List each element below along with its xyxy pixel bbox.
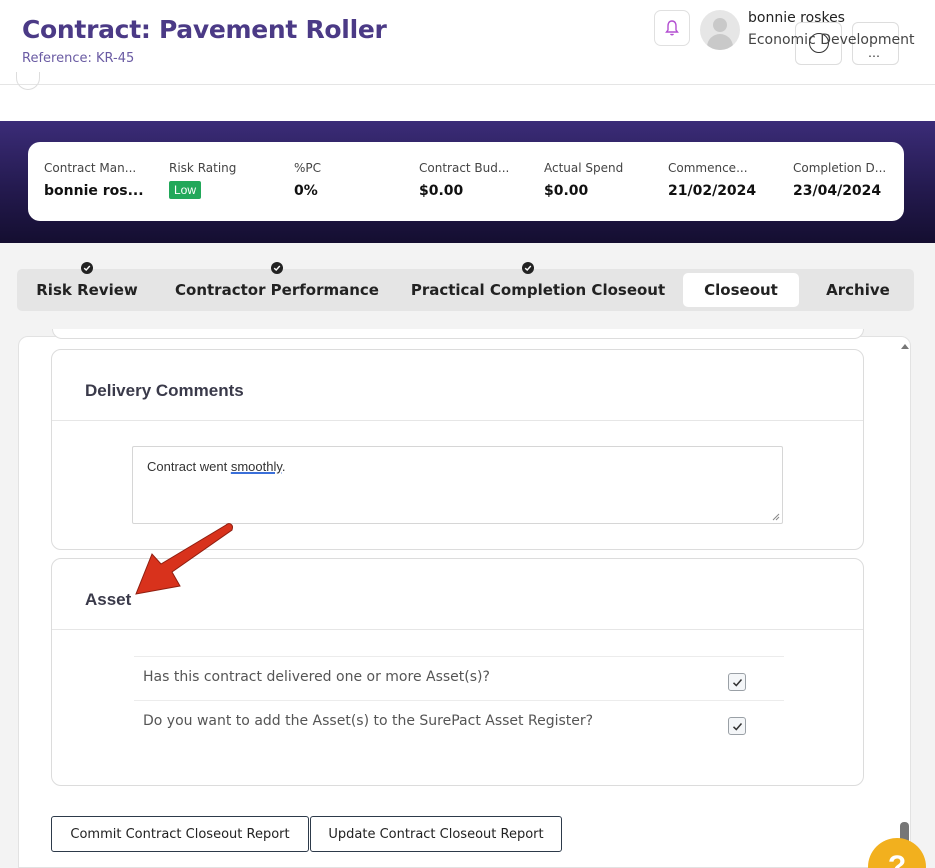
completed-check-icon bbox=[81, 262, 93, 274]
tab-closeout[interactable]: Closeout bbox=[683, 273, 799, 307]
tab-label: Practical Completion Closeout bbox=[410, 281, 666, 299]
check-icon bbox=[732, 723, 743, 731]
add-to-asset-register-checkbox[interactable] bbox=[728, 717, 746, 735]
comment-text-part: . bbox=[281, 459, 286, 474]
asset-question-text: Has this contract delivered one or more … bbox=[143, 669, 490, 685]
resize-handle-icon[interactable] bbox=[772, 513, 780, 521]
asset-question-row: Has this contract delivered one or more … bbox=[134, 656, 784, 700]
summary-label: Contract Man... bbox=[44, 161, 137, 175]
collapsed-panel-edge bbox=[16, 72, 40, 90]
annotation-arrow-icon bbox=[135, 523, 233, 595]
summary-value: $0.00 bbox=[419, 183, 464, 199]
tab-archive[interactable]: Archive bbox=[810, 269, 906, 311]
summary-value: 23/04/2024 bbox=[793, 183, 882, 199]
summary-value: 0% bbox=[294, 183, 318, 199]
tab-label: Contractor Performance bbox=[175, 281, 379, 299]
more-dots-icon: ⋯ bbox=[868, 49, 881, 63]
avatar-body bbox=[707, 34, 733, 50]
user-name[interactable]: bonnie roskes bbox=[748, 10, 845, 26]
completed-check-icon bbox=[271, 262, 283, 274]
tab-label: Risk Review bbox=[36, 281, 138, 299]
user-department: Economic Development bbox=[748, 32, 915, 48]
user-avatar[interactable] bbox=[700, 10, 740, 50]
completed-check-icon bbox=[521, 262, 534, 274]
asset-question-text: Do you want to add the Asset(s) to the S… bbox=[143, 713, 594, 729]
summary-label: Contract Bud... bbox=[419, 161, 510, 175]
tab-practical-completion-closeout[interactable]: Practical Completion Closeout bbox=[410, 262, 666, 311]
spellcheck-word: smoothly bbox=[230, 459, 282, 474]
summary-risk-rating: Risk Rating Low bbox=[169, 161, 236, 199]
scroll-up-arrow-icon[interactable] bbox=[901, 344, 909, 349]
summary-label: Risk Rating bbox=[169, 161, 237, 175]
previous-card-edge bbox=[52, 329, 864, 339]
summary-completion-date: Completion D... 23/04/2024 bbox=[793, 161, 886, 199]
contract-summary-card: Contract Man... bonnie ros... Risk Ratin… bbox=[28, 142, 904, 221]
check-icon bbox=[732, 679, 743, 687]
avatar-head bbox=[713, 18, 727, 32]
tab-label: Closeout bbox=[704, 281, 778, 299]
summary-percent-complete: %PC 0% bbox=[294, 161, 321, 199]
asset-question-row: Do you want to add the Asset(s) to the S… bbox=[134, 700, 784, 744]
page-title: Contract: Pavement Roller bbox=[22, 15, 387, 44]
summary-contract-budget: Contract Bud... $0.00 bbox=[419, 161, 509, 199]
summary-value: $0.00 bbox=[544, 183, 589, 199]
summary-label: Actual Spend bbox=[544, 161, 624, 175]
tab-contractor-performance[interactable]: Contractor Performance bbox=[172, 262, 382, 311]
card-divider bbox=[52, 420, 863, 421]
tab-risk-review[interactable]: Risk Review bbox=[17, 262, 157, 311]
summary-commencement: Commence... 21/02/2024 bbox=[668, 161, 756, 199]
asset-title: Asset bbox=[85, 590, 132, 609]
comment-text-part: Contract went bbox=[147, 459, 231, 474]
risk-rating-badge: Low bbox=[169, 181, 202, 199]
summary-label: Completion D... bbox=[793, 161, 887, 175]
contract-reference: Reference: KR-45 bbox=[22, 51, 135, 66]
commit-closeout-report-button[interactable]: Commit Contract Closeout Report bbox=[51, 816, 309, 852]
summary-value: 21/02/2024 bbox=[668, 183, 757, 199]
update-closeout-report-button[interactable]: Update Contract Closeout Report bbox=[310, 816, 562, 852]
summary-label: %PC bbox=[294, 161, 322, 175]
card-divider bbox=[52, 629, 863, 630]
bell-icon bbox=[665, 20, 679, 36]
delivery-comments-text: Contract went smoothly. bbox=[147, 459, 286, 474]
summary-label: Commence... bbox=[668, 161, 748, 175]
page-header: Contract: Pavement Roller Reference: KR-… bbox=[0, 0, 935, 90]
delivery-comments-textarea[interactable]: Contract went smoothly. bbox=[132, 446, 783, 524]
delivery-comments-title: Delivery Comments bbox=[85, 381, 244, 400]
notifications-button[interactable] bbox=[654, 10, 690, 46]
summary-value: bonnie ros... bbox=[44, 183, 144, 199]
summary-actual-spend: Actual Spend $0.00 bbox=[544, 161, 623, 199]
summary-contract-manager: Contract Man... bonnie ros... bbox=[44, 161, 144, 199]
asset-delivered-checkbox[interactable] bbox=[728, 673, 746, 691]
tab-label: Archive bbox=[826, 281, 890, 299]
